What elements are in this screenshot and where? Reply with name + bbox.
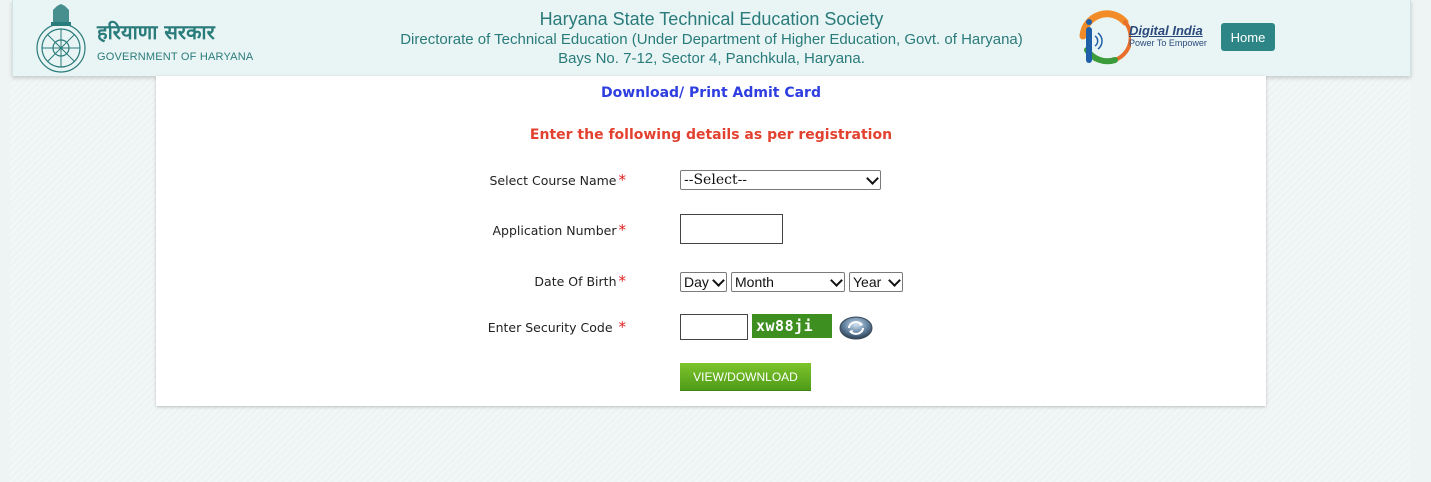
gov-english-title: GOVERNMENT OF HARYANA <box>97 51 254 63</box>
form-title: Download/ Print Admit Card <box>601 85 821 101</box>
site-header: हरियाणा सरकार GOVERNMENT OF HARYANA Hary… <box>12 0 1411 76</box>
view-download-button[interactable]: VIEW/DOWNLOAD <box>680 363 811 391</box>
security-label: Enter Security Code * <box>488 318 626 336</box>
course-select[interactable]: --Select-- <box>680 170 881 190</box>
course-select-value: --Select-- <box>684 172 748 188</box>
dob-year-select[interactable]: Year <box>849 272 903 292</box>
chevron-down-icon <box>888 274 901 287</box>
digital-india-tagline: Power To Empower <box>1129 38 1207 48</box>
application-label: Application Number * <box>492 221 626 239</box>
application-number-input[interactable] <box>680 214 783 244</box>
dob-label: Date Of Birth * <box>534 272 626 290</box>
required-mark: * <box>618 318 627 336</box>
organization-department: Directorate of Technical Education (Unde… <box>400 31 1023 48</box>
dob-day-value: Day <box>684 274 709 290</box>
admit-card-form: Download/ Print Admit Card Enter the fol… <box>156 76 1266 406</box>
organization-title: Haryana State Technical Education Societ… <box>539 9 884 29</box>
home-button[interactable]: Home <box>1221 23 1275 51</box>
captcha-image: xw88ji <box>752 314 832 338</box>
refresh-captcha-icon[interactable] <box>838 315 874 341</box>
gov-hindi-title: हरियाणा सरकार <box>97 20 215 44</box>
security-label-text: Enter Security Code <box>487 320 617 335</box>
dob-day-select[interactable]: Day <box>680 272 727 292</box>
dob-label-text: Date Of Birth <box>534 274 617 289</box>
digital-india-title: Digital India <box>1129 23 1203 38</box>
required-mark: * <box>618 221 627 239</box>
organization-block: Haryana State Technical Education Societ… <box>383 8 1040 68</box>
digital-india-text: Digital India Power To Empower <box>1129 24 1207 49</box>
dob-month-value: Month <box>735 274 774 290</box>
form-instruction: Enter the following details as per regis… <box>529 127 893 143</box>
security-code-input[interactable] <box>680 314 748 340</box>
digital-india-logo-icon <box>1079 10 1131 65</box>
course-label-text: Select Course Name <box>489 173 617 188</box>
chevron-down-icon <box>866 172 879 185</box>
dob-year-value: Year <box>853 274 882 290</box>
chevron-down-icon <box>712 274 725 287</box>
chevron-down-icon <box>830 274 843 287</box>
required-mark: * <box>618 272 627 290</box>
organization-address: Bays No. 7-12, Sector 4, Panchkula, Hary… <box>558 50 865 67</box>
haryana-emblem-icon <box>36 4 86 73</box>
dob-month-select[interactable]: Month <box>731 272 845 292</box>
application-label-text: Application Number <box>492 223 617 238</box>
course-label: Select Course Name * <box>489 171 626 189</box>
required-mark: * <box>618 171 627 189</box>
